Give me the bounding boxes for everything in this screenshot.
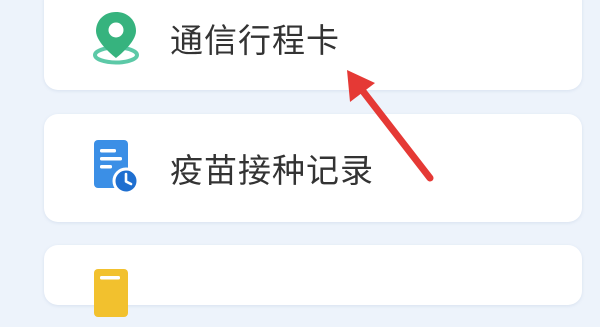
menu-item-vaccination-record[interactable]: 疫苗接种记录 xyxy=(44,114,582,222)
menu-item-partial[interactable] xyxy=(44,245,582,317)
menu-item-label: 疫苗接种记录 xyxy=(170,151,374,190)
document-clock-icon xyxy=(88,138,144,198)
location-pin-icon xyxy=(88,8,144,68)
menu-item-travel-card[interactable]: 通信行程卡 xyxy=(44,0,582,90)
menu-item-label: 通信行程卡 xyxy=(170,21,340,60)
document-icon xyxy=(88,267,144,327)
